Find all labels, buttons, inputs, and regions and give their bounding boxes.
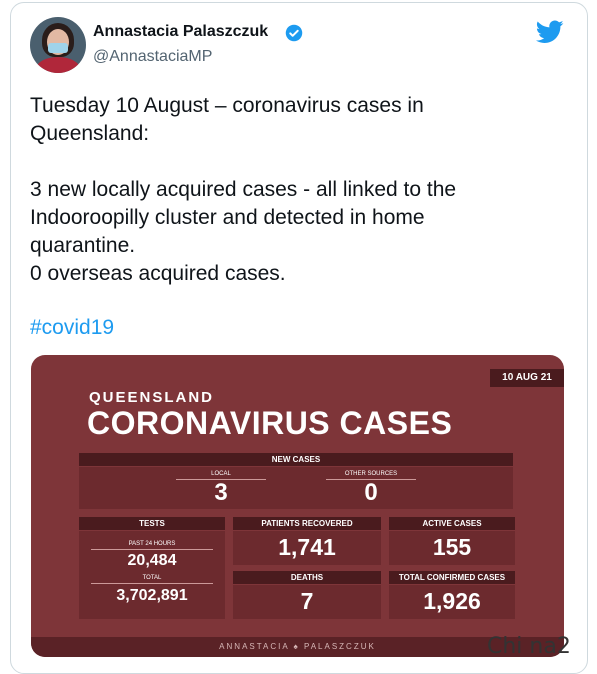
tests-header: TESTS <box>79 517 225 530</box>
past24-value: 20,484 <box>127 552 177 569</box>
divider <box>91 583 213 584</box>
graphic-subtitle: QUEENSLAND <box>89 389 215 406</box>
active-cases-value: 155 <box>432 534 472 560</box>
twitter-bird-icon[interactable] <box>536 20 564 44</box>
new-cases-panel <box>79 467 513 509</box>
deaths-value: 7 <box>300 588 314 614</box>
verified-badge-icon <box>285 24 303 42</box>
tweet-media-image[interactable]: 10 AUG 21 QUEENSLAND CORONAVIRUS CASES N… <box>31 355 564 657</box>
new-cases-header: NEW CASES <box>79 453 513 466</box>
graphic-title: CORONAVIRUS CASES <box>87 405 453 441</box>
local-label: LOCAL <box>211 471 231 477</box>
active-cases-header: ACTIVE CASES <box>389 517 515 530</box>
watermark: Chi na2 <box>487 634 571 659</box>
local-value: 3 <box>214 479 228 506</box>
author-avatar[interactable] <box>30 17 86 73</box>
confirmed-header: TOTAL CONFIRMED CASES <box>389 571 515 584</box>
total-tests-value: 3,702,891 <box>116 587 188 604</box>
other-sources-value: 0 <box>364 479 378 506</box>
divider <box>91 549 213 550</box>
graphic-date: 10 AUG 21 <box>490 369 564 387</box>
recovered-value: 1,741 <box>278 534 336 560</box>
past24-label: PAST 24 HOURS <box>128 541 176 547</box>
deaths-header: DEATHS <box>233 571 381 584</box>
author-name[interactable]: Annastacia Palaszczuk <box>93 23 268 41</box>
confirmed-value: 1,926 <box>423 588 481 614</box>
tweet-text: Tuesday 10 August – coronavirus cases in… <box>30 94 457 285</box>
graphic-footer: ANNASTACIA ♠ PALASZCZUK <box>31 637 564 657</box>
other-sources-label: OTHER SOURCES <box>344 471 398 477</box>
hashtag-link[interactable]: #covid19 <box>30 316 114 340</box>
total-tests-label: TOTAL <box>142 575 162 581</box>
recovered-header: PATIENTS RECOVERED <box>233 517 381 530</box>
author-handle[interactable]: @AnnastaciaMP <box>93 48 212 66</box>
